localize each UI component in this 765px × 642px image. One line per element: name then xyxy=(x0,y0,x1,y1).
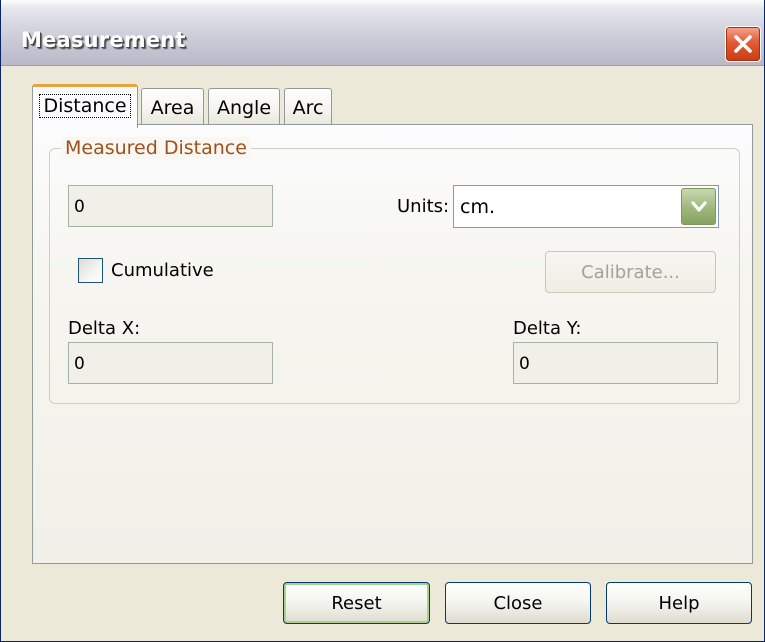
tab-arc[interactable]: Arc xyxy=(284,88,332,126)
cumulative-checkbox[interactable] xyxy=(78,258,103,283)
cumulative-label[interactable]: Cumulative xyxy=(111,260,214,281)
tab-angle-label: Angle xyxy=(216,97,272,119)
reset-button[interactable]: Reset xyxy=(283,582,430,624)
delta-x-field: 0 xyxy=(68,342,273,384)
units-dropdown-button[interactable] xyxy=(681,188,716,225)
chevron-down-icon xyxy=(691,201,707,212)
tab-angle[interactable]: Angle xyxy=(208,88,280,126)
units-selected-value: cm. xyxy=(460,196,495,218)
groupbox-title: Measured Distance xyxy=(61,137,251,159)
dialog-title: Measurement xyxy=(21,28,186,52)
delta-y-label: Delta Y: xyxy=(513,318,582,339)
calibrate-button[interactable]: Calibrate... xyxy=(545,251,716,293)
tab-area-label: Area xyxy=(150,97,195,119)
measurement-dialog: Measurement Distance Area Angle Arc Meas… xyxy=(0,0,765,642)
title-bar[interactable]: Measurement xyxy=(1,0,764,66)
delta-y-field: 0 xyxy=(513,342,718,384)
close-window-button[interactable] xyxy=(725,26,761,62)
help-button[interactable]: Help xyxy=(606,582,752,624)
delta-x-label: Delta X: xyxy=(68,318,141,339)
tab-arc-label: Arc xyxy=(292,97,324,119)
tab-distance-label: Distance xyxy=(39,94,131,118)
units-label: Units: xyxy=(397,196,450,217)
tab-distance[interactable]: Distance xyxy=(32,84,138,128)
units-select[interactable]: cm. xyxy=(453,185,719,228)
tab-area[interactable]: Area xyxy=(141,88,204,126)
close-x-icon xyxy=(734,35,752,53)
close-button[interactable]: Close xyxy=(445,582,591,624)
distance-value-field: 0 xyxy=(68,185,273,227)
